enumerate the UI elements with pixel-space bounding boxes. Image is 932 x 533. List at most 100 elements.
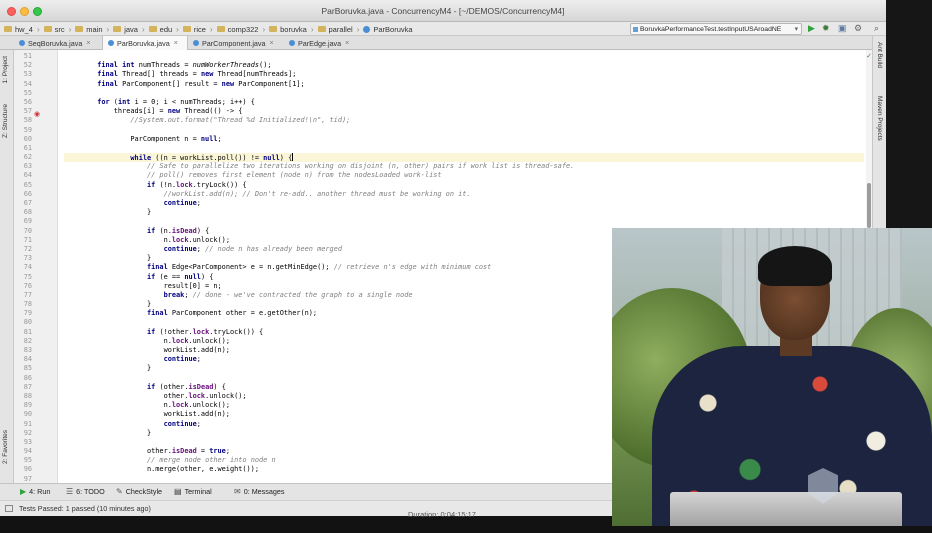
editor-tab-label: ParComponent.java — [202, 38, 266, 48]
tool-messages-label: 0: Messages — [243, 487, 285, 496]
code-line[interactable]: ParComponent n = null; — [64, 135, 864, 144]
search-icon[interactable]: ⌕ — [874, 23, 879, 34]
code-line[interactable]: final Thread[] threads = new Thread[numT… — [64, 70, 864, 79]
line-number: 71 — [23, 235, 32, 244]
video-letterbox-right — [886, 0, 932, 228]
java-class-icon — [19, 40, 25, 46]
tool-messages[interactable]: ✉ 0: Messages — [234, 487, 284, 496]
code-line[interactable] — [64, 144, 864, 153]
code-line[interactable] — [64, 89, 864, 98]
line-number: 63 — [23, 162, 32, 171]
debug-icon[interactable]: ✹ — [822, 23, 830, 34]
code-line[interactable]: for (int i = 0; i < numThreads; i++) { — [64, 98, 864, 107]
editor-tab[interactable]: ParEdge.java × — [284, 36, 364, 50]
tool-window-favorites[interactable]: 2: Favorites — [2, 430, 9, 464]
breadcrumb-separator-icon: › — [36, 24, 40, 34]
breadcrumb-separator-icon: › — [310, 24, 314, 34]
tool-window-ant-build[interactable]: Ant Build — [876, 42, 883, 68]
breadcrumb-item[interactable]: main — [75, 25, 103, 34]
editor-tab[interactable]: ParBoruvka.java × — [102, 36, 188, 50]
breadcrumb-label: comp322 — [227, 24, 259, 34]
breadcrumb-item[interactable]: java — [113, 25, 138, 34]
line-number: 85 — [23, 364, 32, 373]
code-line[interactable]: // Safe to parallelize two iterations wo… — [64, 162, 864, 171]
editor-tab-label: ParBoruvka.java — [117, 38, 170, 48]
line-number: 95 — [23, 456, 32, 465]
java-class-icon — [289, 40, 295, 46]
code-line[interactable]: //System.out.format("Thread %d Initializ… — [64, 116, 864, 125]
breadcrumb-item[interactable]: ParBoruvka — [363, 24, 413, 34]
line-number: 86 — [23, 373, 32, 382]
editor-tab[interactable]: SeqBoruvka.java × — [14, 36, 102, 50]
close-tab-icon[interactable]: × — [174, 40, 178, 47]
code-line[interactable]: } — [64, 208, 864, 217]
text-caret — [292, 153, 294, 162]
line-number: 73 — [23, 254, 32, 263]
code-line[interactable]: if (!n.lock.tryLock()) { — [64, 181, 864, 190]
settings-icon[interactable]: ⚙ — [854, 23, 862, 34]
presenter-video-overlay — [612, 228, 932, 526]
tool-window-structure[interactable]: Z: Structure — [2, 104, 9, 138]
breadcrumb-label: src — [54, 24, 65, 34]
run-configuration-select[interactable]: BoruvkaPerformanceTest.testInputUSAroadN… — [630, 23, 802, 35]
code-line[interactable]: //workList.add(n); // Don't re-add.. ano… — [64, 190, 864, 199]
line-number: 59 — [23, 125, 32, 134]
tool-terminal[interactable]: ▤ Terminal — [174, 487, 212, 496]
line-number: 64 — [23, 171, 32, 180]
tool-window-project[interactable]: 1: Project — [2, 56, 9, 83]
folder-icon — [182, 26, 191, 32]
close-tab-icon[interactable]: × — [345, 40, 349, 47]
line-number: 92 — [23, 428, 32, 437]
tool-run[interactable]: ▶ 4: Run — [20, 487, 50, 496]
breadcrumb-label: ParBoruvka — [373, 24, 413, 34]
presenter-hair — [758, 246, 832, 286]
line-numbers: 51 52 53 54 55 56 57 58 59 60 61 62 63 64 65 66 67 68 69 70… — [14, 52, 32, 484]
breadcrumb-separator-icon: › — [262, 24, 266, 34]
coverage-icon[interactable]: ▣ — [838, 23, 847, 34]
breadcrumb-label: rice — [193, 24, 206, 34]
code-line[interactable]: final ParComponent[] result = new ParCom… — [64, 80, 864, 89]
folder-icon — [317, 26, 326, 32]
close-tab-icon[interactable]: × — [270, 40, 274, 47]
breadcrumb-item[interactable]: comp322 — [216, 24, 259, 34]
code-line[interactable] — [64, 52, 864, 61]
breadcrumb-separator-icon: › — [68, 24, 72, 34]
line-number: 91 — [23, 419, 32, 428]
lambda-marker-icon[interactable]: ◉ — [34, 110, 40, 118]
breadcrumb-item[interactable]: edu — [148, 25, 172, 34]
line-number: 87 — [23, 382, 32, 391]
line-number: 74 — [23, 263, 32, 272]
code-line[interactable]: threads[i] = new Thread(() -> { — [64, 107, 864, 116]
folder-icon — [43, 26, 52, 32]
presenter-laptop — [670, 492, 902, 526]
scrollbar-thumb[interactable] — [867, 183, 871, 228]
editor-tab[interactable]: ParComponent.java × — [188, 36, 284, 50]
close-tab-icon[interactable]: × — [86, 40, 90, 47]
status-message: Tests Passed: 1 passed (10 minutes ago) — [19, 504, 151, 513]
line-number: 70 — [23, 226, 32, 235]
code-line[interactable]: while ((n = workList.poll()) != null) { — [64, 153, 864, 163]
tool-checkstyle[interactable]: ✎ CheckStyle — [116, 487, 162, 496]
line-number: 77 — [23, 290, 32, 299]
line-number: 69 — [23, 217, 32, 226]
code-line[interactable]: // poll() removes first element (node n)… — [64, 171, 864, 180]
line-number: 72 — [23, 244, 32, 253]
breadcrumb-item[interactable]: src — [43, 24, 65, 34]
tool-windows-toggle-icon[interactable] — [5, 505, 13, 512]
breadcrumb-item[interactable]: rice — [182, 24, 206, 34]
breadcrumb-item[interactable]: boruvka — [269, 25, 307, 34]
code-line[interactable]: continue; — [64, 199, 864, 208]
line-number: 75 — [23, 272, 32, 281]
tool-todo[interactable]: ☰ 6: TODO — [66, 487, 105, 496]
code-line[interactable] — [64, 217, 864, 226]
breadcrumb-label: boruvka — [280, 24, 307, 34]
window-title: ParBoruvka.java - ConcurrencyM4 - [~/DEM… — [321, 6, 565, 16]
tool-window-maven-projects[interactable]: Maven Projects — [876, 96, 883, 141]
code-line[interactable] — [64, 126, 864, 135]
line-number: 54 — [23, 79, 32, 88]
line-number: 83 — [23, 346, 32, 354]
run-icon[interactable]: ▶ — [808, 23, 815, 34]
breadcrumb-item[interactable]: hw_4 — [4, 25, 33, 34]
breadcrumb-item[interactable]: parallel — [317, 25, 353, 34]
code-line[interactable]: final int numThreads = numWorkerThreads(… — [64, 61, 864, 70]
